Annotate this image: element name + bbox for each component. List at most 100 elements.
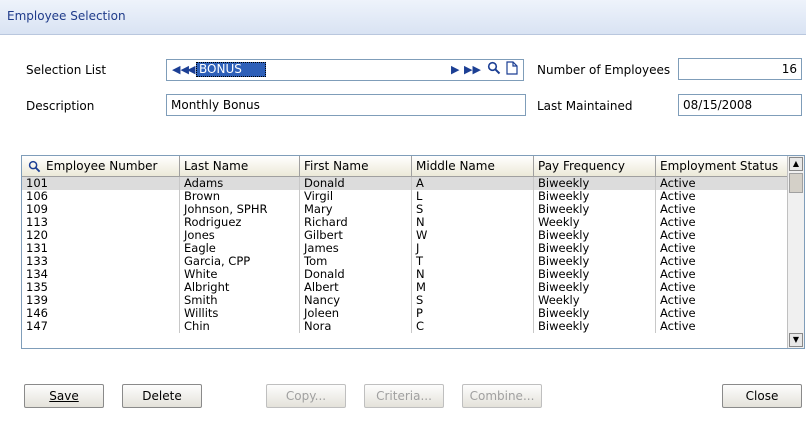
cell-pay-frequency: Biweekly	[534, 255, 656, 268]
cell-last-name: Albright	[180, 281, 300, 294]
table-row[interactable]: 133 Garcia, CPP Tom T Biweekly Active	[22, 255, 788, 268]
window-title: Employee Selection	[7, 9, 126, 23]
copy-button: Copy...	[266, 384, 346, 408]
cell-employee-number: 109	[22, 203, 180, 216]
last-maintained-label: Last Maintained	[537, 99, 633, 113]
scroll-down-icon[interactable]: ▼	[789, 333, 803, 347]
cell-pay-frequency: Biweekly	[534, 320, 656, 333]
cell-employee-number: 113	[22, 216, 180, 229]
selection-list-input[interactable]: BONUS	[196, 62, 266, 77]
number-of-employees-field: 16	[678, 58, 802, 80]
cell-middle-name: C	[412, 320, 534, 333]
cell-last-name: Garcia, CPP	[180, 255, 300, 268]
cell-employee-number: 101	[22, 177, 180, 190]
column-header-first-name[interactable]: First Name	[300, 156, 412, 176]
cell-last-name: Willits	[180, 307, 300, 320]
cell-pay-frequency: Biweekly	[534, 190, 656, 203]
vertical-scrollbar[interactable]: ▲ ▼	[787, 156, 804, 348]
cell-employment-status: Active	[656, 320, 788, 333]
cell-last-name: Rodriguez	[180, 216, 300, 229]
cell-last-name: Eagle	[180, 242, 300, 255]
description-input[interactable]: Monthly Bonus	[166, 94, 526, 116]
last-maintained-field: 08/15/2008	[678, 94, 802, 116]
cell-employment-status: Active	[656, 216, 788, 229]
table-row[interactable]: 139 Smith Nancy S Weekly Active	[22, 294, 788, 307]
search-icon[interactable]	[28, 159, 41, 176]
number-of-employees-label: Number of Employees	[537, 63, 671, 77]
cell-employee-number: 131	[22, 242, 180, 255]
table-row[interactable]: 106 Brown Virgil L Biweekly Active	[22, 190, 788, 203]
save-button-label: Save	[49, 389, 79, 403]
scroll-up-icon[interactable]: ▲	[789, 157, 803, 171]
table-row[interactable]: 146 Willits Joleen P Biweekly Active	[22, 307, 788, 320]
cell-pay-frequency: Biweekly	[534, 268, 656, 281]
column-header-pay-frequency[interactable]: Pay Frequency	[534, 156, 656, 176]
delete-button[interactable]: Delete	[122, 384, 202, 408]
previous-record-icon[interactable]: ◀	[187, 63, 195, 77]
cell-pay-frequency: Biweekly	[534, 307, 656, 320]
cell-employment-status: Active	[656, 190, 788, 203]
cell-middle-name: T	[412, 255, 534, 268]
cell-employment-status: Active	[656, 307, 788, 320]
table-row[interactable]: 113 Rodriguez Richard N Weekly Active	[22, 216, 788, 229]
close-button-label: Close	[745, 389, 779, 403]
criteria-button: Criteria...	[364, 384, 444, 408]
last-record-icon[interactable]: ▶▶	[464, 63, 481, 77]
cell-first-name: Richard	[300, 216, 412, 229]
delete-button-label: Delete	[142, 389, 182, 403]
cell-last-name: White	[180, 268, 300, 281]
next-record-icon[interactable]: ▶	[451, 63, 459, 77]
cell-first-name: Donald	[300, 268, 412, 281]
cell-middle-name: S	[412, 294, 534, 307]
table-row[interactable]: 134 White Donald N Biweekly Active	[22, 268, 788, 281]
cell-middle-name: N	[412, 216, 534, 229]
description-label: Description	[26, 99, 95, 113]
cell-middle-name: L	[412, 190, 534, 203]
cell-first-name: Joleen	[300, 307, 412, 320]
cell-first-name: James	[300, 242, 412, 255]
table-row[interactable]: 101 Adams Donald A Biweekly Active	[22, 177, 788, 190]
table-row[interactable]: 147 Chin Nora C Biweekly Active	[22, 320, 788, 333]
cell-last-name: Brown	[180, 190, 300, 203]
close-button[interactable]: Close	[722, 384, 802, 408]
cell-pay-frequency: Biweekly	[534, 242, 656, 255]
cell-middle-name: S	[412, 203, 534, 216]
cell-pay-frequency: Biweekly	[534, 177, 656, 190]
column-header-employee-number[interactable]: Employee Number	[22, 156, 180, 176]
cell-first-name: Nora	[300, 320, 412, 333]
cell-pay-frequency: Biweekly	[534, 203, 656, 216]
column-header-middle-name[interactable]: Middle Name	[412, 156, 534, 176]
combine-button: Combine...	[462, 384, 542, 408]
grid-header: Employee Number Last Name First Name Mid…	[22, 156, 788, 177]
table-row[interactable]: 131 Eagle James J Biweekly Active	[22, 242, 788, 255]
table-row[interactable]: 120 Jones Gilbert W Biweekly Active	[22, 229, 788, 242]
table-row[interactable]: 135 Albright Albert M Biweekly Active	[22, 281, 788, 294]
cell-employee-number: 146	[22, 307, 180, 320]
column-header-last-name[interactable]: Last Name	[180, 156, 300, 176]
new-document-icon[interactable]	[506, 61, 518, 75]
cell-employee-number: 133	[22, 255, 180, 268]
column-header-employment-status[interactable]: Employment Status	[656, 156, 788, 176]
cell-employment-status: Active	[656, 281, 788, 294]
save-button[interactable]: Save	[24, 384, 104, 408]
cell-first-name: Virgil	[300, 190, 412, 203]
cell-employment-status: Active	[656, 177, 788, 190]
cell-employee-number: 120	[22, 229, 180, 242]
cell-middle-name: W	[412, 229, 534, 242]
cell-employee-number: 134	[22, 268, 180, 281]
cell-employee-number: 139	[22, 294, 180, 307]
cell-first-name: Albert	[300, 281, 412, 294]
table-row[interactable]: 109 Johnson, SPHR Mary S Biweekly Active	[22, 203, 788, 216]
cell-last-name: Smith	[180, 294, 300, 307]
cell-first-name: Mary	[300, 203, 412, 216]
cell-first-name: Donald	[300, 177, 412, 190]
search-icon[interactable]	[487, 61, 501, 75]
employee-grid[interactable]: Employee Number Last Name First Name Mid…	[21, 155, 805, 349]
cell-employment-status: Active	[656, 255, 788, 268]
cell-middle-name: A	[412, 177, 534, 190]
cell-employee-number: 135	[22, 281, 180, 294]
title-bar: Employee Selection	[0, 0, 806, 35]
cell-last-name: Chin	[180, 320, 300, 333]
cell-employment-status: Active	[656, 203, 788, 216]
scroll-thumb[interactable]	[789, 173, 803, 193]
